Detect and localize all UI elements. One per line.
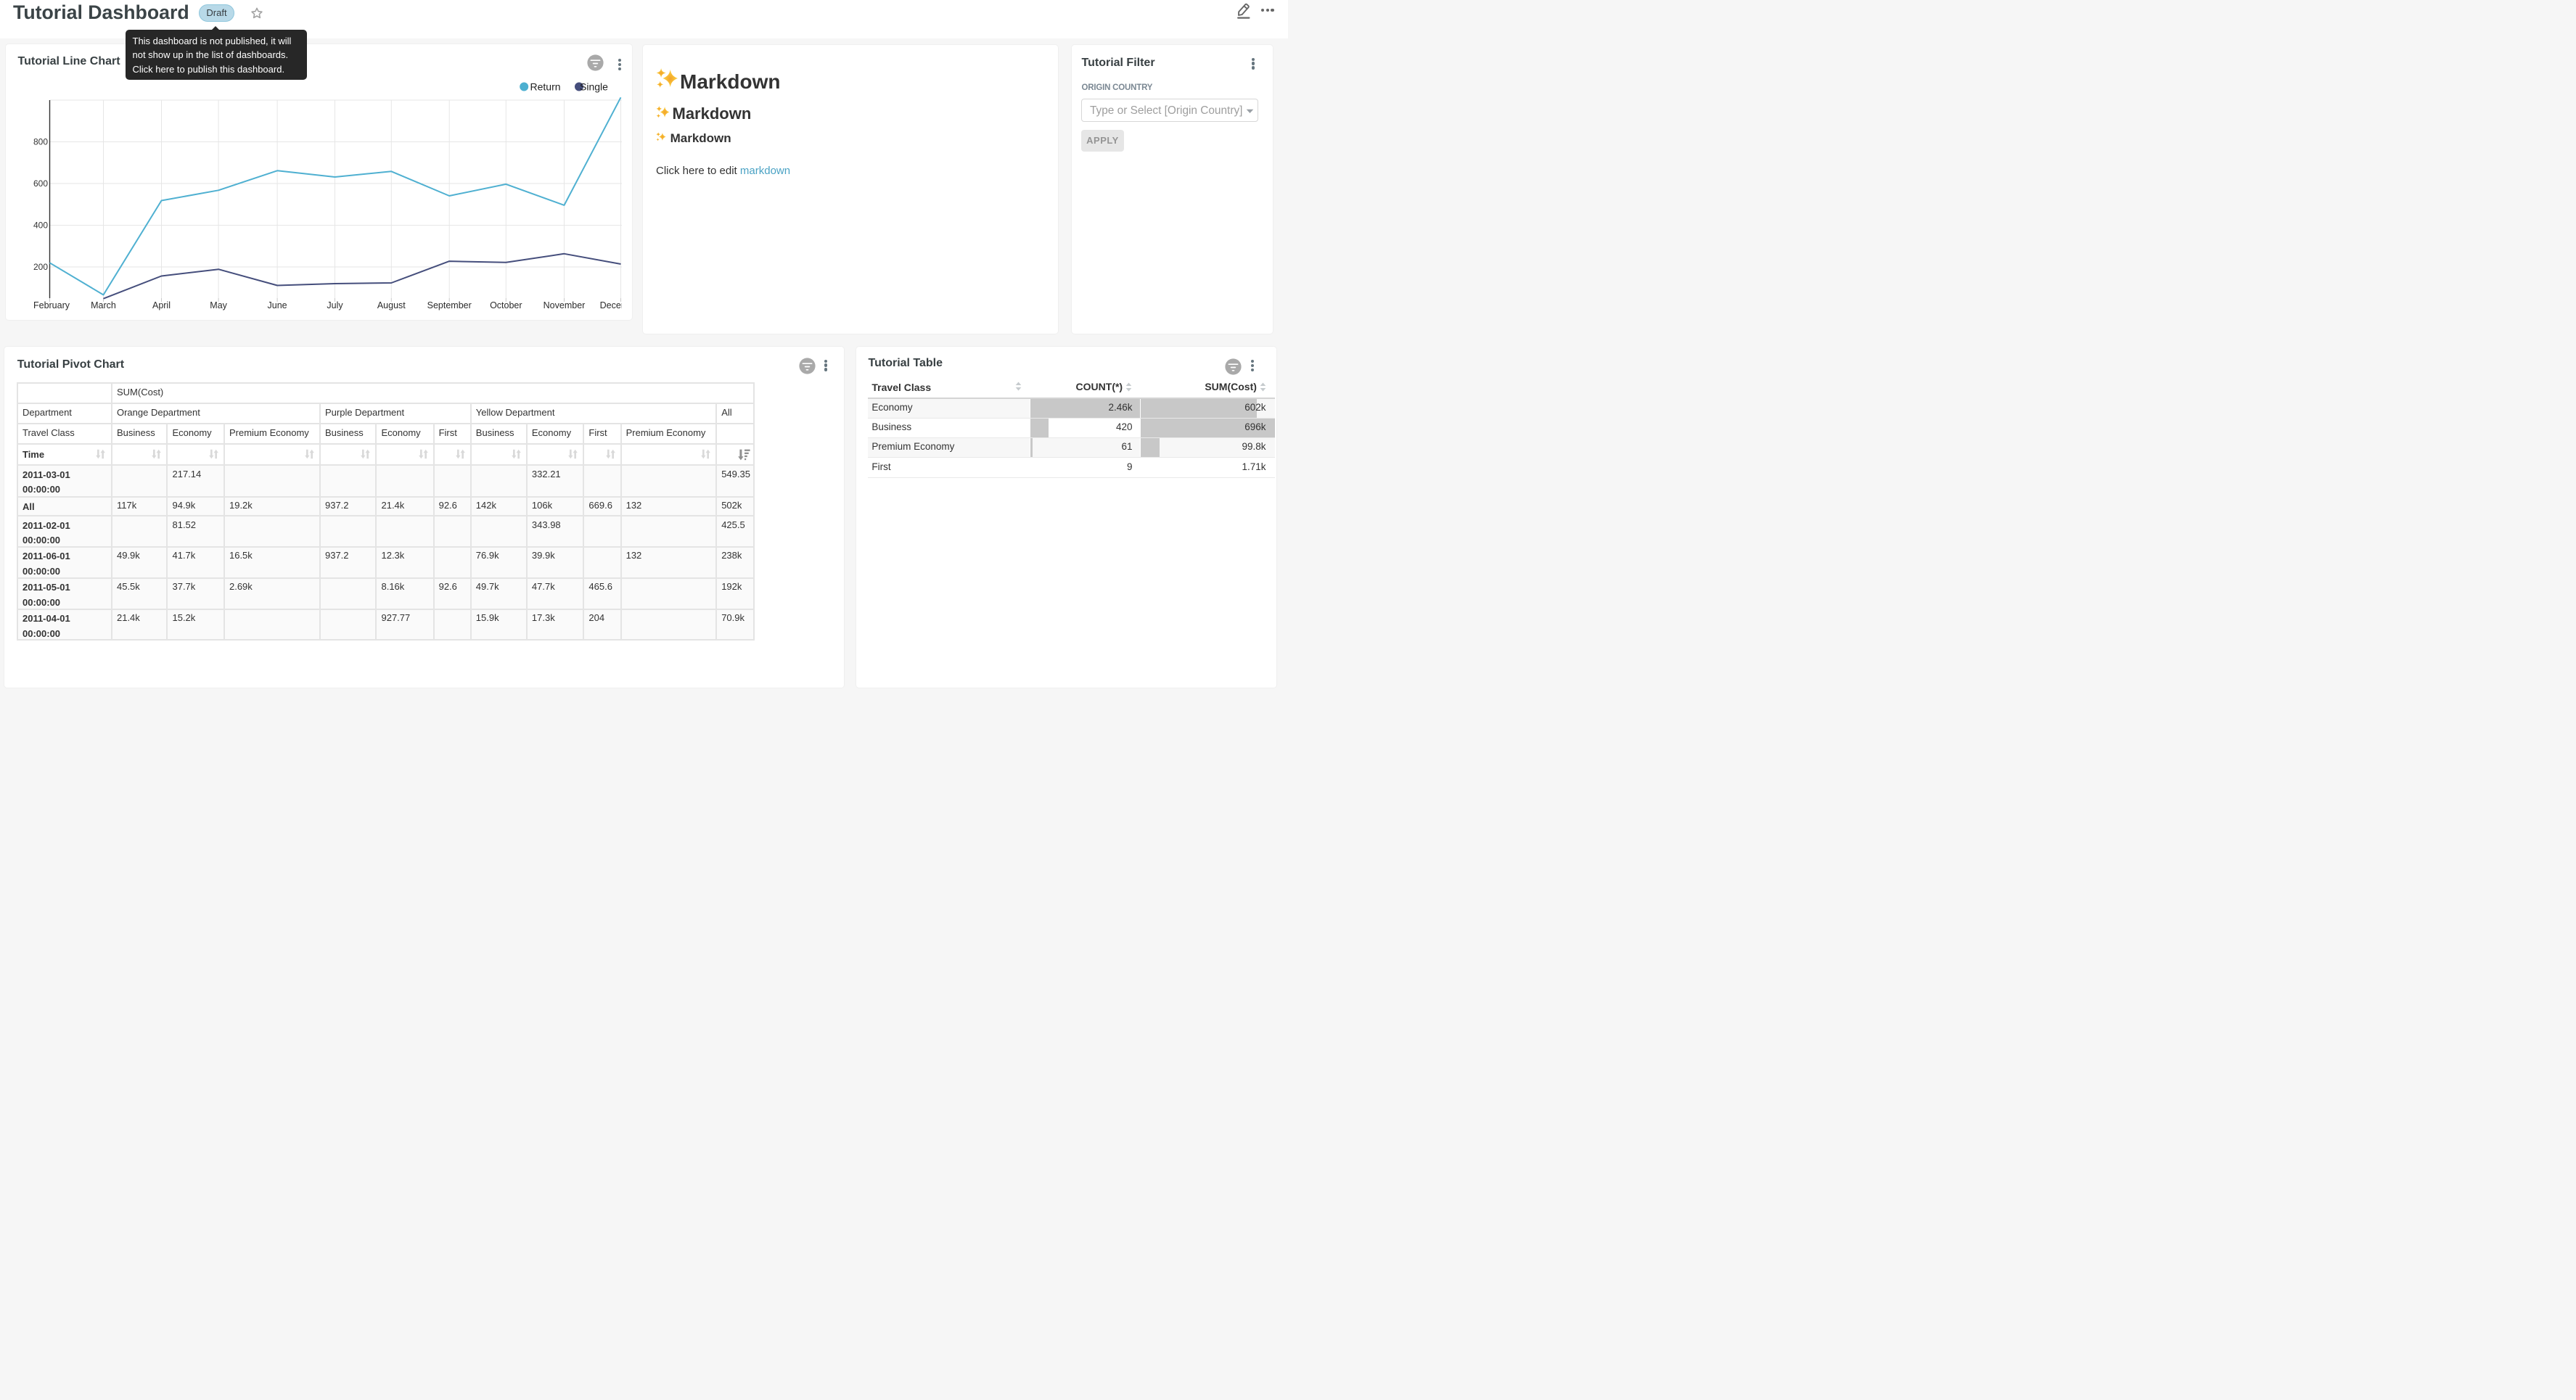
svg-text:March: March [91,300,116,310]
svg-text:June: June [267,300,287,310]
svg-text:May: May [210,300,227,310]
svg-text:April: April [152,300,170,310]
svg-text:July: July [327,300,343,310]
svg-text:400: 400 [33,221,47,231]
svg-text:Return: Return [530,81,560,93]
svg-text:600: 600 [33,178,47,189]
svg-text:Single: Single [580,81,608,93]
svg-text:August: August [377,300,405,310]
svg-text:200: 200 [33,262,47,272]
svg-text:December: December [599,300,621,310]
svg-text:800: 800 [33,137,47,147]
svg-text:September: September [427,300,471,310]
svg-text:February: February [33,300,70,310]
svg-text:October: October [490,300,522,310]
svg-text:November: November [543,300,585,310]
